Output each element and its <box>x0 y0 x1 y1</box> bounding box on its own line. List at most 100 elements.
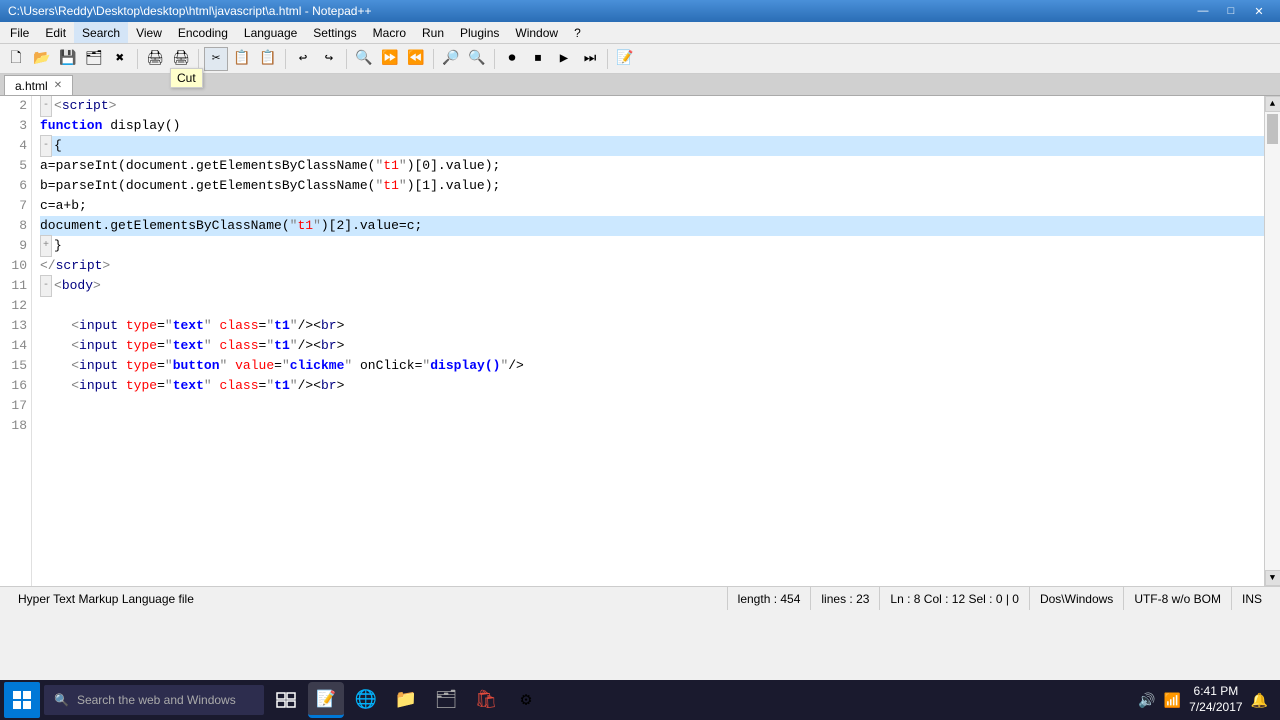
save-all-btn[interactable]: 🗂 <box>82 47 106 71</box>
line-num-8: 8 <box>4 216 27 236</box>
find-next-btn[interactable]: ⏩ <box>378 47 402 71</box>
line-num-16: 16 <box>4 376 27 396</box>
status-bar: Hyper Text Markup Language file length :… <box>0 586 1280 610</box>
notification-icon[interactable]: 🔔 <box>1251 692 1268 709</box>
line-num-3: 3 <box>4 116 27 136</box>
paste-btn[interactable]: 📋 <box>256 47 280 71</box>
copy-btn[interactable]: 📋 <box>230 47 254 71</box>
print-btn[interactable]: 🖨 <box>143 47 167 71</box>
close-btn2[interactable]: ✖ <box>108 47 132 71</box>
clock-date: 7/24/2017 <box>1189 700 1242 716</box>
separator-4 <box>346 49 347 69</box>
status-length: length : 454 <box>728 587 812 610</box>
line-num-15: 15 <box>4 356 27 376</box>
new-file-btn[interactable]: 🗋 <box>4 47 28 71</box>
files-taskbar-btn[interactable]: 🗂 <box>428 682 464 718</box>
find-prev-btn[interactable]: ⏪ <box>404 47 428 71</box>
separator-5 <box>433 49 434 69</box>
undo-btn[interactable]: ↩ <box>291 47 315 71</box>
start-button[interactable] <box>4 682 40 718</box>
syntax-btn[interactable]: 📝 <box>613 47 637 71</box>
status-dos: Dos\Windows <box>1030 587 1124 610</box>
status-encoding: UTF-8 w/o BOM <box>1124 587 1232 610</box>
menu-edit[interactable]: Edit <box>37 22 74 43</box>
open-btn[interactable]: 📂 <box>30 47 54 71</box>
zoom-in-btn[interactable]: 🔎 <box>439 47 463 71</box>
fold-icon-9[interactable]: + <box>40 235 52 257</box>
macro-stop-btn[interactable]: ⏹ <box>526 47 550 71</box>
cut-btn[interactable]: ✂ <box>204 47 228 71</box>
editor-container: 2 3 4 5 6 7 8 9 10 11 12 13 14 15 16 17 … <box>0 96 1280 586</box>
code-line-2: -<script> <box>40 96 1264 116</box>
menu-language[interactable]: Language <box>236 22 305 43</box>
clock-time: 6:41 PM <box>1189 684 1242 700</box>
fold-icon-2[interactable]: - <box>40 96 52 117</box>
title-bar: C:\Users\Reddy\Desktop\desktop\html\java… <box>0 0 1280 22</box>
scrollbar-right[interactable]: ▲ ▼ <box>1264 96 1280 586</box>
menu-view[interactable]: View <box>128 22 170 43</box>
code-line-11: -<body> <box>40 276 1264 296</box>
folder-taskbar-btn[interactable]: 📁 <box>388 682 424 718</box>
code-line-15: <input type="button" value="clickme" onC… <box>40 356 1264 376</box>
task-view-btn[interactable] <box>268 682 304 718</box>
redo-btn[interactable]: ↪ <box>317 47 341 71</box>
menu-run[interactable]: Run <box>414 22 452 43</box>
menu-help[interactable]: ? <box>566 22 589 43</box>
line-num-5: 5 <box>4 156 27 176</box>
ms-store-btn[interactable]: 🛍 <box>468 682 504 718</box>
line-num-2: 2 <box>4 96 27 116</box>
menu-search[interactable]: Search <box>74 22 128 43</box>
code-line-4: -{ <box>40 136 1264 156</box>
notepadpp-taskbar-btn[interactable]: 📝 <box>308 682 344 718</box>
editor-tab-html[interactable]: a.html ✕ <box>4 75 73 95</box>
separator-6 <box>494 49 495 69</box>
taskbar: 🔍 Search the web and Windows 📝 🌐 📁 🗂 🛍 ⚙… <box>0 680 1280 720</box>
line-num-10: 10 <box>4 256 27 276</box>
macro-rec-btn[interactable]: ⏺ <box>500 47 524 71</box>
status-position: Ln : 8 Col : 12 Sel : 0 | 0 <box>880 587 1030 610</box>
status-ins: INS <box>1232 587 1272 610</box>
code-line-6: b=parseInt(document.getElementsByClassNa… <box>40 176 1264 196</box>
zoom-out-btn[interactable]: 🔍 <box>465 47 489 71</box>
window-controls: — □ ✕ <box>1190 2 1272 20</box>
menu-settings[interactable]: Settings <box>305 22 364 43</box>
line-num-6: 6 <box>4 176 27 196</box>
macro-play-btn[interactable]: ▶ <box>552 47 576 71</box>
speaker-icon[interactable]: 🔊 <box>1138 692 1155 709</box>
scroll-down-btn[interactable]: ▼ <box>1265 570 1280 586</box>
menu-plugins[interactable]: Plugins <box>452 22 507 43</box>
tab-close-btn[interactable]: ✕ <box>54 80 62 91</box>
scroll-thumb[interactable] <box>1267 114 1278 144</box>
system-clock[interactable]: 6:41 PM 7/24/2017 <box>1189 684 1242 715</box>
find-btn[interactable]: 🔍 <box>352 47 376 71</box>
taskbar-search-box[interactable]: 🔍 Search the web and Windows <box>44 685 264 715</box>
folder-icon: 📁 <box>395 689 417 711</box>
task-view-icon <box>276 692 296 708</box>
fold-icon-11[interactable]: - <box>40 275 52 297</box>
code-line-10: </script> <box>40 256 1264 276</box>
chrome-taskbar-btn[interactable]: ⚙ <box>508 682 544 718</box>
minimize-button[interactable]: — <box>1190 2 1216 20</box>
fold-icon-4[interactable]: - <box>40 135 52 157</box>
maximize-button[interactable]: □ <box>1218 2 1244 20</box>
menu-macro[interactable]: Macro <box>365 22 414 43</box>
separator-3 <box>285 49 286 69</box>
line-num-4: 4 <box>4 136 27 156</box>
network-icon[interactable]: 📶 <box>1164 692 1181 709</box>
scroll-up-btn[interactable]: ▲ <box>1265 96 1280 112</box>
line-numbers: 2 3 4 5 6 7 8 9 10 11 12 13 14 15 16 17 … <box>0 96 32 586</box>
line-num-11: 11 <box>4 276 27 296</box>
code-line-8: document.getElementsByClassName("t1")[2]… <box>40 216 1264 236</box>
close-button[interactable]: ✕ <box>1246 2 1272 20</box>
ie-icon: 🌐 <box>355 689 377 711</box>
macro-run-btn[interactable]: ⏭ <box>578 47 602 71</box>
menu-file[interactable]: File <box>2 22 37 43</box>
save-btn[interactable]: 💾 <box>56 47 80 71</box>
scroll-track[interactable] <box>1265 112 1280 570</box>
print-now-btn[interactable]: 🖨 <box>169 47 193 71</box>
menu-window[interactable]: Window <box>507 22 566 43</box>
line-num-17: 17 <box>4 396 27 416</box>
code-area[interactable]: -<script> function display() -{ a=parseI… <box>32 96 1264 586</box>
menu-encoding[interactable]: Encoding <box>170 22 236 43</box>
ie-taskbar-btn[interactable]: 🌐 <box>348 682 384 718</box>
